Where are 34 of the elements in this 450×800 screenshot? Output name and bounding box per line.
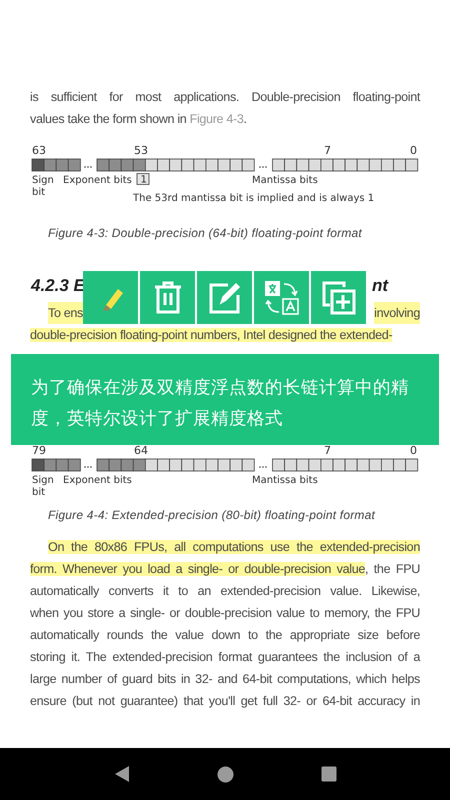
bit-number: 64 [134,444,148,457]
translate-icon [264,280,300,316]
mantissa-bits-label: Mantissa bits [252,475,318,486]
bit-number: 63 [32,144,46,157]
home-icon[interactable] [216,766,234,782]
bit-number: 0 [410,444,417,457]
sign-bit-label: Sign bit [32,475,54,496]
figure-caption: Figure 4-3: Double-precision (64-bit) floating-point format [48,226,363,240]
edit-button[interactable] [197,271,252,324]
back-icon[interactable] [114,765,130,783]
body-paragraph: On the 80x86 FPUs, all computations use the extended-precision form. Whenever you load a single- or double-precision value, the FPU automatically converts it to an extended-precision value. Likewise, when you store a single- or double-precision value to memory, the FPU automatically rounds the value down to the appropriate size before storing it. The extended-precision format guarantees the inclusion of a large number of guard bits in 32- and 64-bit computations, which helps ensure (but not guarantee) that you'll get full 32- or 64-bit accuracy in [30,539,420,710]
exponent-bits-label: Exponent bits [63,175,132,186]
sign-bit-label: Sign bit [32,175,54,198]
section-heading: nt [372,276,388,296]
delete-button[interactable] [140,271,195,324]
highlight-button[interactable] [83,271,138,324]
bit-number: 0 [410,144,417,157]
figure-caption: Figure 4-4: Extended-precision (80-bit) floating-point format [48,508,376,522]
figure-link[interactable]: Figure 4-3 [190,112,244,126]
recents-icon[interactable] [320,766,336,782]
copy-button[interactable] [311,271,366,324]
translate-button[interactable] [254,271,309,324]
edit-icon [208,280,242,314]
translation-text: 为了确保在涉及双精度浮点数的长链计算中的精度，英特尔设计了扩展精度格式 [31,376,410,430]
bit-number: 7 [324,144,331,157]
implied-bit-marker: 1 [136,173,150,186]
exponent-bits-label: Exponent bits [63,475,132,486]
bit-number: 53 [134,144,148,157]
bit-number: 79 [32,444,46,457]
copy-add-icon [322,280,356,314]
figure-note: The 53rd mantissa bit is implied and is always 1 [133,193,374,204]
mantissa-bits-label: Mantissa bits [252,175,318,186]
bit-number: 7 [324,444,331,457]
body-paragraph: is sufficient for most applications. Double-precision floating-point values take the form shown in Figure 4-3. [30,89,420,128]
